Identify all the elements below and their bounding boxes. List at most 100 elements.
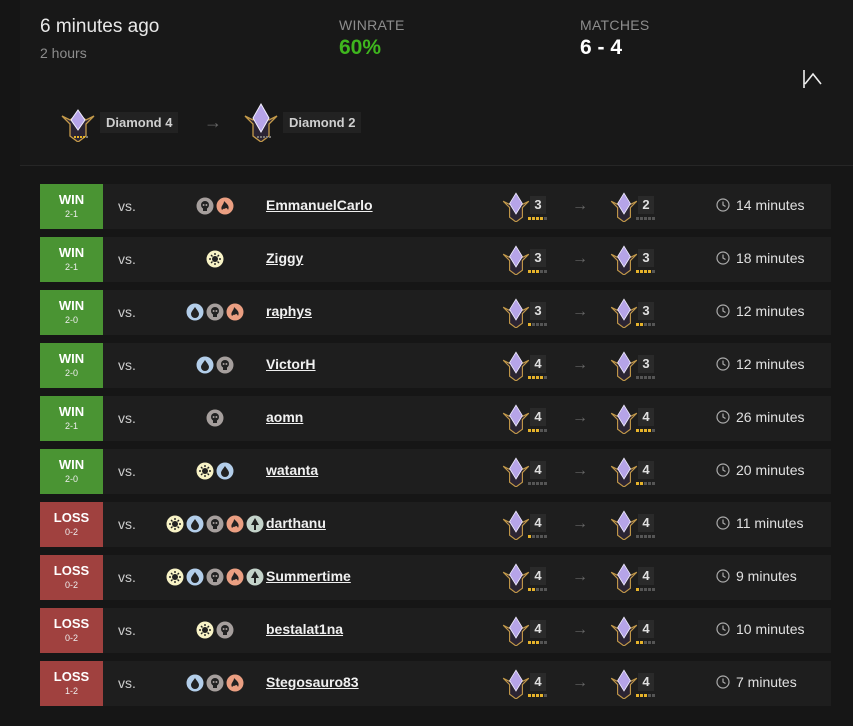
matches-value: 6 - 4 [580,36,623,59]
mana-tree-icon [246,568,264,586]
match-row[interactable]: WIN 2-1 vs. EmmanuelCarlo 3 → 2 14 minutes [40,184,831,229]
rank-after-progress [636,482,656,485]
opponent-name-link[interactable]: Stegosauro83 [266,674,359,690]
vs-label: vs. [118,463,136,479]
rank-after: 3 [608,243,668,275]
opponent-name-link[interactable]: VictorH [266,356,316,372]
match-row[interactable]: LOSS 0-2 vs. bestalat1na 4 → 4 10 minutes [40,608,831,653]
match-duration-text: 12 minutes [736,356,805,372]
rank-after-tier: 4 [638,408,654,426]
rank-before: 4 [500,402,560,434]
rank-change-arrow: → [572,674,588,691]
rank-after-progress [636,429,656,432]
match-duration: 26 minutes [716,409,804,425]
opponent-name-link[interactable]: Ziggy [266,250,303,266]
rank-after: 4 [608,561,668,593]
rank-before: 4 [500,667,560,699]
vs-label: vs. [118,198,136,214]
rank-change-arrow: → [572,356,588,373]
opponent-name-link[interactable]: aomn [266,409,303,425]
match-result-badge: WIN 2-1 [40,396,103,441]
session-duration: 2 hours [40,45,87,61]
rank-after-progress [636,694,656,697]
match-duration-text: 10 minutes [736,621,805,637]
match-row[interactable]: WIN 2-0 vs. raphys 3 → 3 12 minutes [40,290,831,335]
mana-sun-icon [166,515,184,533]
opponent-name-link[interactable]: watanta [266,462,318,478]
diamond-rank-icon [61,109,95,142]
match-result-badge: LOSS 1-2 [40,661,103,706]
rank-after: 4 [608,455,668,487]
match-row[interactable]: WIN 2-0 vs. watanta 4 → 4 20 minutes [40,449,831,494]
match-result-badge: WIN 2-1 [40,237,103,282]
rank-before-progress [528,323,548,326]
collapse-button[interactable] [798,64,828,92]
mana-skull-icon [216,356,234,374]
match-row[interactable]: WIN 2-0 vs. VictorH 4 → 3 12 minutes [40,343,831,388]
rank-after: 4 [608,402,668,434]
mana-drop-icon [216,462,234,480]
rank-after-progress [636,376,656,379]
rank-change-arrow: → [572,197,588,214]
vs-label: vs. [118,304,136,320]
match-row[interactable]: LOSS 0-2 vs. Summertime 4 → 4 9 minutes [40,555,831,600]
rank-before: 3 [500,190,560,222]
rank-before: 3 [500,243,560,275]
match-row[interactable]: LOSS 1-2 vs. Stegosauro83 4 → 4 7 minutes [40,661,831,706]
chevron-up-icon [803,70,822,88]
match-result: WIN [58,457,85,472]
mana-sun-icon [196,462,214,480]
opponent-name-link[interactable]: darthanu [266,515,326,531]
clock-icon [716,198,730,212]
rank-before-progress [528,588,548,591]
rank-before: 4 [500,614,560,646]
match-duration-text: 9 minutes [736,568,797,584]
rank-after-progress [636,270,656,273]
opponent-name-link[interactable]: EmmanuelCarlo [266,197,373,213]
rank-after-progress [636,535,656,538]
rank-after-progress [636,217,656,220]
match-score: 2-1 [64,421,78,431]
match-row[interactable]: WIN 2-1 vs. Ziggy 3 → 3 18 minutes [40,237,831,282]
winrate-value: 60% [339,36,382,59]
rank-before-progress [528,217,548,220]
mana-skull-icon [206,409,224,427]
opponent-name-link[interactable]: Summertime [266,568,351,584]
rank-before: 4 [500,349,560,381]
rank-after-progress [636,641,656,644]
match-duration-text: 20 minutes [736,462,805,478]
match-duration: 18 minutes [716,250,804,266]
rank-before-progress [528,694,548,697]
mana-skull-icon [196,197,214,215]
mana-skull-icon [206,303,224,321]
vs-label: vs. [118,675,136,691]
rank-after: 4 [608,614,668,646]
match-duration-text: 12 minutes [736,303,805,319]
rank-before-progress [528,535,548,538]
match-list: WIN 2-1 vs. EmmanuelCarlo 3 → 2 14 minutes WIN 2-… [40,184,831,714]
diamond-rank-icon [244,102,278,142]
opponent-name-link[interactable]: raphys [266,303,312,319]
opponent-name-link[interactable]: bestalat1na [266,621,343,637]
match-duration: 10 minutes [716,621,804,637]
vs-label: vs. [118,569,136,585]
clock-icon [716,304,730,318]
rank-after-progress [636,588,656,591]
match-result-badge: LOSS 0-2 [40,608,103,653]
match-row[interactable]: WIN 2-1 vs. aomn 4 → 4 26 minutes [40,396,831,441]
match-row[interactable]: LOSS 0-2 vs. darthanu 4 → 4 11 minutes [40,502,831,547]
mana-drop-icon [186,674,204,692]
match-score: 2-0 [64,474,78,484]
match-score: 0-2 [64,527,78,537]
start-rank-name: Diamond 4 [100,111,179,133]
rank-change-arrow: → [572,250,588,267]
match-duration: 14 minutes [716,197,804,213]
rank-before-progress [528,270,548,273]
match-duration-text: 26 minutes [736,409,805,425]
rank-after-tier: 3 [638,302,654,320]
rank-before-tier: 4 [530,673,546,691]
match-result: WIN [58,404,85,419]
rank-before-tier: 4 [530,514,546,532]
matches-label: MATCHES [580,17,650,33]
mana-flame-icon [226,515,244,533]
